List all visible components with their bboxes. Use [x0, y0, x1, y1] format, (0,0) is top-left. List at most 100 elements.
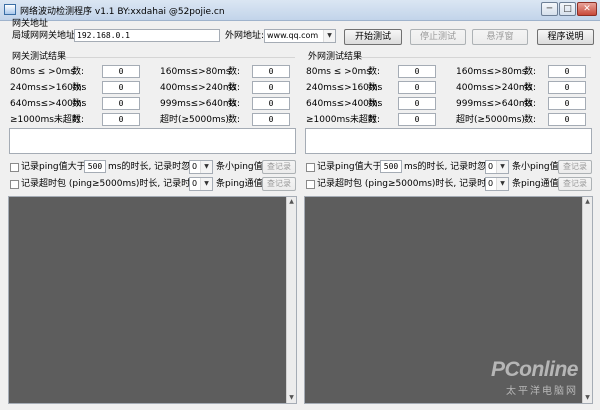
wan_results-range-label: 160ms≤>80ms: [456, 67, 527, 77]
gateway_results-range-label: ≥1000ms未超时: [10, 115, 81, 125]
gateway-ignore-select-2[interactable]: 0 ▼: [189, 177, 213, 191]
chevron-down-icon: ▼: [200, 178, 212, 190]
gateway-opt1-label-a: 记录ping值大于:: [21, 162, 89, 172]
gateway-view-log-button-1[interactable]: 查记录: [262, 160, 296, 174]
wan-address-select[interactable]: www.qq.com ▼: [264, 29, 336, 43]
wan_results-range-label: 80ms ≤ >0ms: [306, 67, 371, 77]
gateway_results-count-field[interactable]: 0: [252, 65, 290, 78]
gateway_results-count-field[interactable]: 0: [252, 97, 290, 110]
wan_results-range-label: 400ms≤>240ms: [456, 83, 533, 93]
wan_results-count-field[interactable]: 0: [548, 81, 586, 94]
gateway-opt2-label-a: 记录超时包 (ping≥5000ms)时长, 记录时忽略: [21, 179, 209, 189]
wan-ignore-select-2[interactable]: 0 ▼: [485, 177, 509, 191]
wan_results-count-field[interactable]: 0: [548, 97, 586, 110]
app-icon: [4, 4, 16, 15]
gateway_results-range-label: 160ms≤>80ms: [160, 67, 231, 77]
gateway_results-count-field[interactable]: 0: [102, 65, 140, 78]
gateway_results-count-label: 数:: [228, 115, 241, 125]
wan_results-count-field[interactable]: 0: [398, 97, 436, 110]
wan-opt1-label-b: ms的时长, 记录时忽略: [404, 162, 496, 172]
title-bar: 网络波动检测程序 v1.1 BY:xxdahai @52pojie.cn ─ □…: [0, 0, 600, 21]
gateway_results-count-field[interactable]: 0: [102, 97, 140, 110]
gateway_results-range-label: 400ms≤>240ms: [160, 83, 237, 93]
wan_results-count-label: 数:: [368, 99, 381, 109]
stop-test-button[interactable]: 停止测试: [410, 29, 466, 45]
wan-address-value: www.qq.com: [267, 31, 319, 40]
wan-ignore-select-1[interactable]: 0 ▼: [485, 160, 509, 174]
gateway-view-log-button-2[interactable]: 查记录: [262, 177, 296, 191]
wan_results-range-label: ≥1000ms未超时: [306, 115, 377, 125]
gateway-log-summary[interactable]: [9, 128, 296, 154]
gateway-ping-log[interactable]: ▲ ▼: [8, 196, 297, 404]
gateway-opt1-label-b: ms的时长, 记录时忽略: [108, 162, 200, 172]
lan-gateway-label: 局域网网关地址:: [12, 31, 79, 41]
float-window-button[interactable]: 悬浮窗: [472, 29, 528, 45]
wan-view-log-button-1[interactable]: 查记录: [558, 160, 592, 174]
gateway-ignore-value-2: 0: [192, 179, 198, 188]
wan-opt2-label-c: 条ping通值: [512, 179, 559, 189]
gateway_results-count-field[interactable]: 0: [102, 113, 140, 126]
wan_results-count-label: 数:: [524, 115, 537, 125]
wan_results-count-field[interactable]: 0: [548, 65, 586, 78]
scroll-up-icon[interactable]: ▲: [583, 197, 592, 207]
watermark-logo: PConline: [490, 358, 579, 381]
gateway-threshold-input[interactable]: 500: [84, 160, 106, 173]
wan-threshold-input[interactable]: 500: [380, 160, 402, 173]
wan_results-range-label: 超时(≥5000ms): [456, 115, 525, 125]
gateway_results-count-label: 数:: [228, 99, 241, 109]
window-title: 网络波动检测程序 v1.1 BY:xxdahai @52pojie.cn: [20, 7, 225, 17]
scroll-down-icon[interactable]: ▼: [583, 393, 592, 403]
wan-ignore-value-2: 0: [488, 179, 494, 188]
gateway-opt1-label-c: 条小ping值: [216, 162, 263, 172]
gateway_results-range-label: 999ms≤>640ms: [160, 99, 237, 109]
lan-gateway-input[interactable]: 192.168.0.1: [74, 29, 220, 42]
gateway_results-range-label: 80ms ≤ >0ms: [10, 67, 75, 77]
divider: [361, 57, 591, 58]
pconline-watermark: PConline 太平洋电脑网: [490, 358, 579, 397]
wan-log-summary[interactable]: [305, 128, 592, 154]
wan_results-count-label: 数:: [524, 83, 537, 93]
gateway_results-count-field[interactable]: 0: [252, 113, 290, 126]
gateway_results-count-label: 数:: [228, 83, 241, 93]
chevron-down-icon: ▼: [323, 30, 335, 42]
wan_results-count-label: 数:: [368, 83, 381, 93]
gateway-record-timeout-checkbox[interactable]: [10, 180, 19, 189]
wan_results-range-label: 999ms≤>640ms: [456, 99, 533, 109]
chevron-down-icon: ▼: [496, 161, 508, 173]
gateway-group-title: 网关地址: [12, 19, 49, 29]
wan-record-ping-checkbox[interactable]: [306, 163, 315, 172]
gateway-ignore-value-1: 0: [192, 162, 198, 171]
gateway_results-range-label: 超时(≥5000ms): [160, 115, 229, 125]
scrollbar[interactable]: ▲ ▼: [286, 197, 296, 403]
minimize-button[interactable]: ─: [541, 2, 558, 16]
gateway_results-count-label: 数:: [72, 99, 85, 109]
gateway_results-count-label: 数:: [228, 67, 241, 77]
start-test-button[interactable]: 开始测试: [344, 29, 402, 45]
wan-view-log-button-2[interactable]: 查记录: [558, 177, 592, 191]
help-button[interactable]: 程序说明: [537, 29, 594, 45]
gateway-ignore-select-1[interactable]: 0 ▼: [189, 160, 213, 174]
gateway_results-count-label: 数:: [72, 115, 85, 125]
gateway-record-ping-checkbox[interactable]: [10, 163, 19, 172]
gateway_results-count-label: 数:: [72, 83, 85, 93]
wan_results-count-label: 数:: [368, 115, 381, 125]
scrollbar[interactable]: ▲ ▼: [582, 197, 592, 403]
scroll-down-icon[interactable]: ▼: [287, 393, 296, 403]
wan_results-count-field[interactable]: 0: [398, 65, 436, 78]
wan-opt1-label-a: 记录ping值大于:: [317, 162, 385, 172]
wan_results-count-field[interactable]: 0: [398, 81, 436, 94]
wan-ignore-value-1: 0: [488, 162, 494, 171]
close-button[interactable]: ✕: [577, 2, 597, 16]
wan-results-title: 外网测试结果: [308, 52, 363, 62]
wan-opt1-label-c: 条小ping值: [512, 162, 559, 172]
wan_results-count-field[interactable]: 0: [398, 113, 436, 126]
wan-ping-log[interactable]: ▲ ▼ PConline 太平洋电脑网: [304, 196, 593, 404]
wan_results-count-field[interactable]: 0: [548, 113, 586, 126]
gateway_results-count-field[interactable]: 0: [252, 81, 290, 94]
scroll-up-icon[interactable]: ▲: [287, 197, 296, 207]
wan_results-count-label: 数:: [524, 99, 537, 109]
gateway_results-count-field[interactable]: 0: [102, 81, 140, 94]
gateway_results-count-label: 数:: [72, 67, 85, 77]
wan-record-timeout-checkbox[interactable]: [306, 180, 315, 189]
maximize-button[interactable]: □: [559, 2, 576, 16]
